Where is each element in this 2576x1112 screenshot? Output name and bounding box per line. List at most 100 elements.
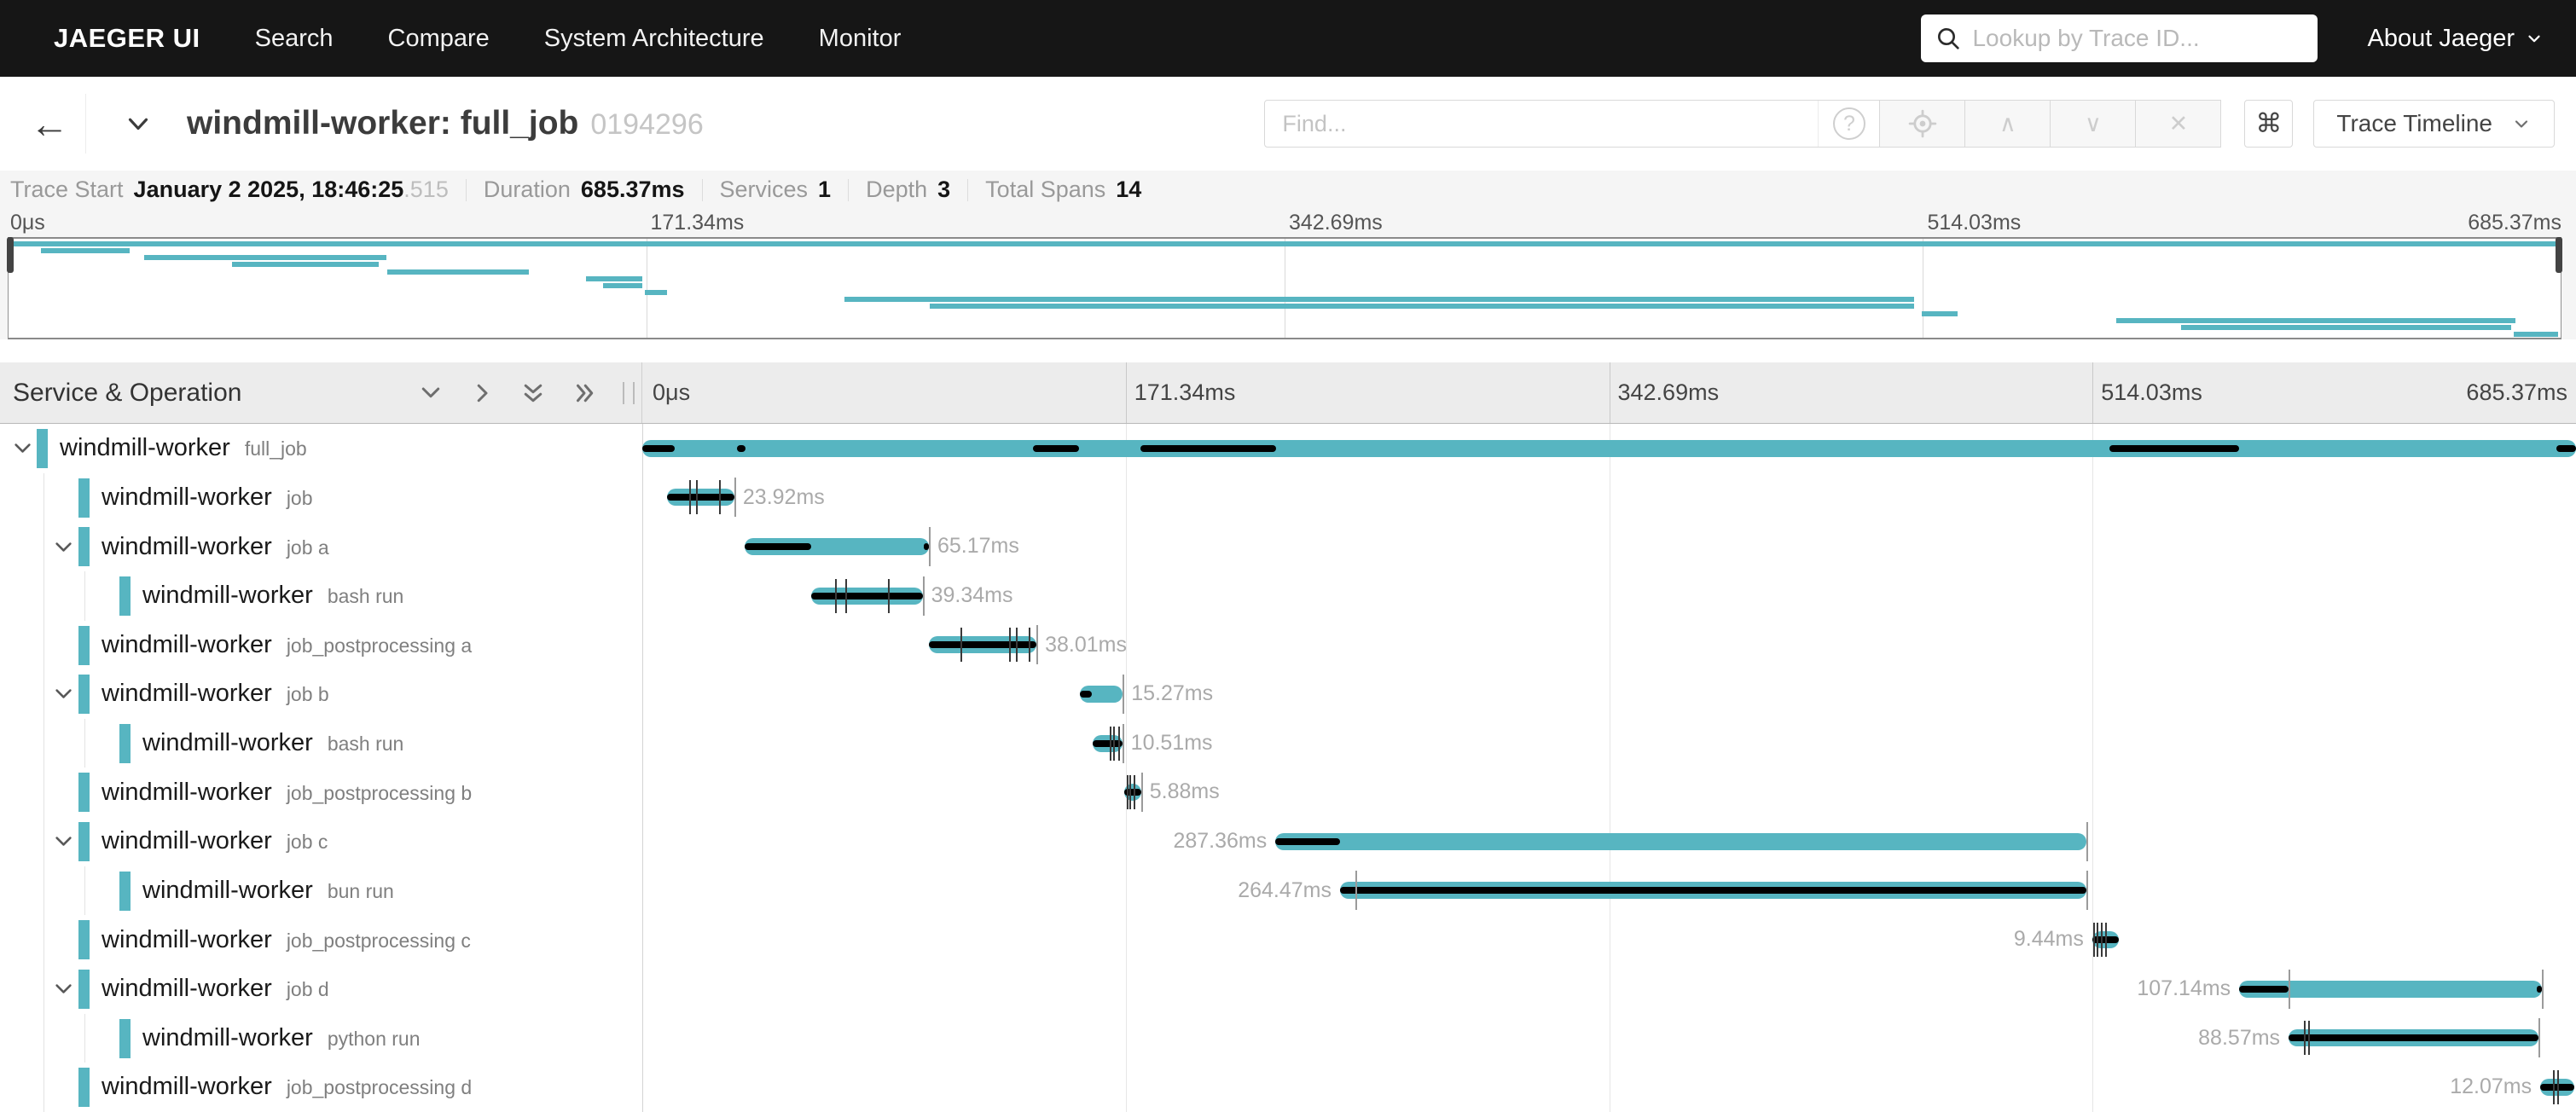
span-collapse-chevron-icon[interactable] — [52, 977, 75, 1000]
nav-menu: Search Compare System Architecture Monitor — [255, 25, 956, 53]
find-help[interactable]: ? — [1818, 101, 1879, 147]
minimap-span-bar — [144, 255, 387, 260]
service-name: windmill-worker — [102, 975, 272, 1003]
trace-lookup-input[interactable] — [1972, 25, 2304, 52]
span-timeline-cell-10: 9.44ms — [642, 915, 2576, 964]
minimap-span-bar — [1922, 311, 1957, 316]
clear-find-button[interactable]: ✕ — [2136, 100, 2221, 148]
summary-value-trace-start: January 2 2025, 18:46:25 — [134, 177, 404, 203]
prev-match-button[interactable]: ∧ — [1965, 100, 2051, 148]
minimap-tick-0: 0μs — [10, 211, 45, 235]
keyboard-shortcuts-button[interactable]: ⌘ — [2244, 100, 2293, 148]
expand-all-button[interactable] — [571, 380, 597, 406]
span-name-cell-4[interactable]: windmill-workerjob_postprocessing a — [0, 621, 642, 670]
span-name-cell-6[interactable]: windmill-workerbash run — [0, 719, 642, 768]
span-name-cell-8[interactable]: windmill-workerjob c — [0, 817, 642, 866]
span-duration-label: 88.57ms — [2198, 1014, 2280, 1063]
span-name-cell-7[interactable]: windmill-workerjob_postprocessing b — [0, 767, 642, 817]
span-timeline-cell-3: 39.34ms — [642, 571, 2576, 621]
timeline-tick-4: 685.37ms — [2466, 379, 2567, 406]
critical-path-segment — [811, 593, 922, 599]
span-row-job-d-11: windmill-workerjob d107.14ms — [0, 964, 2576, 1014]
span-bar-job-c-8[interactable] — [1275, 833, 2086, 850]
span-boundary-tick — [2086, 822, 2088, 861]
span-name-cell-3[interactable]: windmill-workerbash run — [0, 571, 642, 621]
nav-item-system-architecture[interactable]: System Architecture — [544, 25, 764, 53]
span-collapse-chevron-icon[interactable] — [52, 682, 75, 705]
trace-id: 0194296 — [590, 108, 703, 141]
span-bar-full-job-0[interactable] — [642, 440, 2576, 457]
span-name-cell-5[interactable]: windmill-workerjob b — [0, 669, 642, 719]
trace-collapse-toggle[interactable] — [122, 107, 154, 140]
timeline-tick-1: 171.34ms — [1134, 379, 1236, 406]
nav-item-compare[interactable]: Compare — [388, 25, 490, 53]
span-name-cell-12[interactable]: windmill-workerpython run — [0, 1014, 642, 1063]
chevron-down-icon — [2525, 29, 2544, 48]
span-event-tick — [1129, 775, 1131, 809]
collapse-all-button[interactable] — [520, 380, 546, 406]
critical-path-segment — [1080, 691, 1093, 698]
minimap-span-bar — [2514, 332, 2559, 337]
span-name-cell-1[interactable]: windmill-workerjob — [0, 473, 642, 523]
viewport-left-scrubber[interactable] — [7, 237, 14, 273]
span-collapse-chevron-icon[interactable] — [52, 536, 75, 559]
operation-name: job b — [287, 683, 329, 706]
back-button[interactable]: ← — [0, 101, 67, 147]
minimap-canvas[interactable] — [8, 237, 2561, 339]
operation-name: job d — [287, 978, 329, 1001]
span-event-tick — [2097, 923, 2098, 957]
column-resizer-handle[interactable] — [623, 382, 635, 404]
about-jaeger-menu[interactable]: About Jaeger — [2367, 25, 2544, 53]
search-icon — [1935, 25, 1962, 52]
minimap-span-bar — [586, 276, 643, 281]
about-jaeger-label: About Jaeger — [2367, 25, 2515, 53]
span-duration-label: 15.27ms — [1131, 669, 1213, 719]
summary-label-depth: Depth — [866, 177, 927, 203]
service-operation-header: Service & Operation — [0, 362, 642, 423]
span-name-cell-13[interactable]: windmill-workerjob_postprocessing d — [0, 1063, 642, 1112]
span-rows: windmill-workerfull_jobwindmill-workerjo… — [0, 424, 2576, 1112]
focus-match-button[interactable] — [1880, 100, 1965, 148]
span-duration-label: 65.17ms — [937, 522, 1019, 571]
operation-name: job a — [287, 536, 329, 559]
span-row-bash-run-6: windmill-workerbash run10.51ms — [0, 719, 2576, 768]
span-collapse-chevron-icon[interactable] — [11, 437, 34, 460]
viewport-right-scrubber[interactable] — [2556, 237, 2562, 273]
minimap-span-bar — [232, 262, 379, 267]
next-match-button[interactable]: ∨ — [2051, 100, 2136, 148]
critical-path-segment — [737, 445, 746, 452]
service-color-bar — [37, 429, 48, 468]
summary-separator — [466, 179, 467, 201]
span-name-cell-9[interactable]: windmill-workerbun run — [0, 866, 642, 916]
nav-item-search[interactable]: Search — [255, 25, 334, 53]
nav-item-monitor[interactable]: Monitor — [819, 25, 902, 53]
summary-label-total-spans: Total Spans — [985, 177, 1105, 203]
expand-one-button[interactable] — [469, 380, 495, 406]
app-brand[interactable]: JAEGER UI — [54, 23, 200, 54]
service-color-bar — [119, 724, 131, 763]
span-collapse-chevron-icon[interactable] — [52, 830, 75, 853]
collapse-one-button[interactable] — [418, 380, 444, 406]
critical-path-segment — [2289, 1034, 2538, 1041]
tree-guide — [84, 719, 85, 768]
view-selector-dropdown[interactable]: Trace Timeline — [2313, 100, 2555, 148]
find-input[interactable] — [1265, 101, 1818, 147]
span-duration-label: 39.34ms — [931, 571, 1013, 621]
span-boundary-tick — [2289, 970, 2290, 1009]
span-boundary-tick — [1123, 724, 1124, 763]
span-event-tick — [2308, 1021, 2310, 1055]
span-name-cell-2[interactable]: windmill-workerjob a — [0, 522, 642, 571]
span-row-job-postprocessing-b-7: windmill-workerjob_postprocessing b5.88m… — [0, 767, 2576, 817]
trace-lookup-box[interactable] — [1921, 14, 2318, 62]
critical-path-segment — [745, 543, 811, 550]
span-name-cell-0[interactable]: windmill-workerfull_job — [0, 424, 642, 473]
summary-separator — [967, 179, 968, 201]
span-event-tick — [1110, 727, 1111, 761]
service-color-bar — [78, 1068, 90, 1107]
span-name-cell-11[interactable]: windmill-worker job d — [0, 964, 642, 1014]
trace-summary-bar: Trace StartJanuary 2 2025, 18:46:25.515D… — [0, 171, 2576, 209]
span-name-cell-10[interactable]: windmill-workerjob_postprocessing c — [0, 915, 642, 964]
span-event-tick — [2557, 1070, 2559, 1104]
service-name: windmill-worker — [102, 631, 272, 659]
minimap-tick-labels: 0μs171.34ms342.69ms514.03ms685.37ms — [0, 209, 2576, 237]
